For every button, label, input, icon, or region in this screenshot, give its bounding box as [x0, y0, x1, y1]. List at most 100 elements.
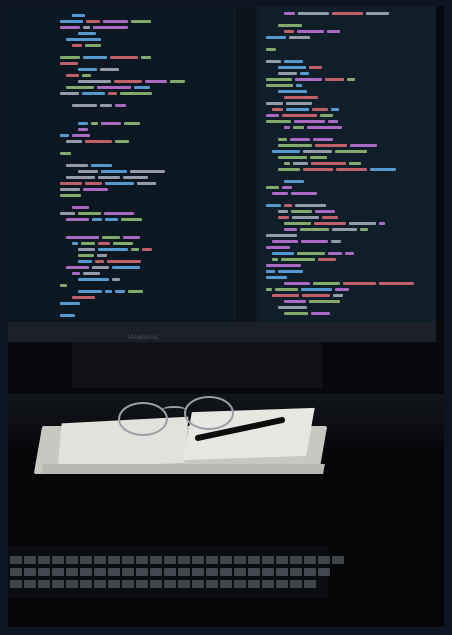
code-line-segment: [301, 240, 328, 243]
keyboard-key: [136, 568, 148, 576]
code-line-segment: [301, 288, 332, 291]
code-line-segment: [83, 26, 90, 29]
keyboard-key: [150, 556, 162, 564]
keyboard: [8, 546, 344, 598]
code-line-segment: [72, 44, 82, 47]
code-line-segment: [85, 140, 112, 143]
code-line-segment: [82, 74, 91, 77]
keyboard-key: [304, 556, 316, 564]
keyboard-key: [192, 580, 204, 588]
code-line-segment: [91, 164, 112, 167]
keyboard-key: [276, 568, 288, 576]
keyboard-row: [10, 556, 344, 564]
keyboard-key: [80, 556, 92, 564]
code-line-segment: [60, 314, 75, 317]
code-line-segment: [60, 212, 75, 215]
code-line-segment: [284, 282, 310, 285]
keyboard-key: [80, 568, 92, 576]
code-line-segment: [60, 188, 80, 191]
keyboard-key: [262, 568, 274, 576]
code-line-segment: [266, 204, 281, 207]
code-line-segment: [78, 260, 92, 263]
keyboard-key: [248, 580, 260, 588]
monitor-screen: [8, 6, 436, 322]
keyboard-key: [38, 580, 50, 588]
code-line-segment: [112, 278, 120, 281]
code-line-segment: [331, 108, 339, 111]
code-line-segment: [98, 248, 128, 251]
keyboard-key: [108, 580, 120, 588]
code-line-segment: [134, 86, 150, 89]
code-line-segment: [349, 162, 361, 165]
keyboard-key: [192, 568, 204, 576]
keyboard-key: [122, 568, 134, 576]
code-line-segment: [370, 168, 396, 171]
code-line-segment: [296, 84, 302, 87]
code-line-segment: [105, 182, 134, 185]
code-line-segment: [60, 20, 83, 23]
code-line-segment: [297, 30, 324, 33]
keyboard-key: [10, 556, 22, 564]
code-line-segment: [123, 176, 148, 179]
glasses-left-lens: [118, 402, 168, 436]
code-line-segment: [97, 254, 107, 257]
code-line-segment: [66, 38, 101, 41]
code-line-segment: [282, 114, 317, 117]
code-line-segment: [97, 86, 131, 89]
code-line-segment: [78, 254, 94, 257]
keyboard-key: [66, 568, 78, 576]
code-line-segment: [78, 32, 96, 35]
code-line-segment: [72, 242, 78, 245]
keyboard-key: [66, 556, 78, 564]
code-line-segment: [72, 104, 97, 107]
code-line-segment: [266, 120, 291, 123]
code-line-segment: [266, 102, 283, 105]
code-line-segment: [78, 122, 88, 125]
code-line-segment: [284, 222, 311, 225]
keyboard-key: [52, 568, 64, 576]
code-line-segment: [95, 260, 104, 263]
code-line-segment: [303, 168, 333, 171]
keyboard-key: [276, 556, 288, 564]
code-line-segment: [289, 36, 310, 39]
code-line-segment: [291, 210, 312, 213]
code-line-segment: [131, 248, 139, 251]
code-line-segment: [113, 242, 133, 245]
code-line-segment: [303, 150, 332, 153]
code-line-segment: [282, 186, 292, 189]
code-line-segment: [105, 218, 118, 221]
code-line-segment: [78, 290, 102, 293]
code-line-segment: [278, 210, 288, 213]
code-line-segment: [78, 128, 88, 131]
keyboard-key: [52, 556, 64, 564]
code-line-segment: [286, 102, 312, 105]
code-line-segment: [83, 188, 108, 191]
code-line-segment: [142, 248, 152, 251]
code-line-segment: [284, 180, 304, 183]
keyboard-key: [248, 568, 260, 576]
keyboard-key: [206, 568, 218, 576]
code-line-segment: [266, 36, 286, 39]
keyboard-key: [206, 556, 218, 564]
keyboard-key: [262, 580, 274, 588]
keyboard-key: [136, 556, 148, 564]
code-line-segment: [332, 228, 357, 231]
code-line-segment: [379, 282, 414, 285]
code-line-segment: [284, 96, 318, 99]
code-line-segment: [297, 252, 325, 255]
code-line-segment: [83, 272, 100, 275]
code-line-segment: [292, 216, 319, 219]
keyboard-key: [24, 580, 36, 588]
code-line-segment: [145, 80, 167, 83]
keyboard-key: [234, 556, 246, 564]
taskbar: [8, 322, 436, 342]
code-line-segment: [295, 204, 326, 207]
code-line-segment: [379, 222, 385, 225]
code-line-segment: [278, 156, 307, 159]
code-line-segment: [130, 170, 165, 173]
code-line-segment: [72, 14, 85, 17]
code-line-segment: [112, 266, 140, 269]
code-line-segment: [98, 242, 110, 245]
code-line-segment: [93, 26, 128, 29]
code-line-segment: [290, 138, 310, 141]
